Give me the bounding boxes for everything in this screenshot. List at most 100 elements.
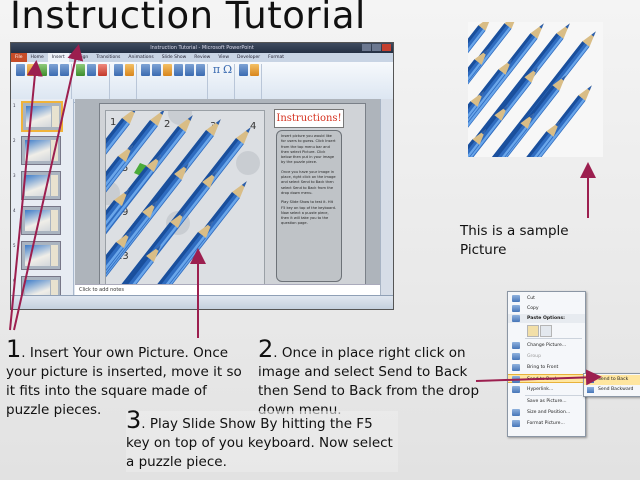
hyperlink-icon	[512, 386, 520, 393]
slide-thumbnail[interactable]	[21, 171, 61, 200]
tab-format[interactable]: Format	[264, 53, 288, 62]
chart-icon[interactable]	[98, 64, 107, 76]
instructions-paragraph: Play Slide Show to test it. Hit F5 key o…	[281, 200, 337, 226]
tab-review[interactable]: Review	[190, 53, 214, 62]
context-menu-item-group[interactable]: Group	[508, 352, 585, 361]
minimize-button[interactable]	[362, 44, 371, 51]
picture-icon[interactable]	[27, 64, 36, 76]
action-icon[interactable]	[125, 64, 134, 76]
ribbon-group-tables	[14, 64, 72, 100]
date-time-icon[interactable]	[174, 64, 183, 76]
page-title: Instruction Tutorial	[10, 0, 366, 37]
send-to-back-submenu: Send to Back Send Backward	[583, 373, 640, 397]
format-picture-icon	[512, 420, 520, 427]
window-titlebar: Instruction Tutorial - Microsoft PowerPo…	[11, 43, 393, 53]
slide-thumbnail[interactable]	[21, 206, 61, 235]
shapes-icon[interactable]	[76, 64, 85, 76]
group-icon	[512, 353, 520, 360]
tab-design[interactable]: Design	[69, 53, 93, 62]
tab-home[interactable]: Home	[27, 53, 48, 62]
wordart-icon[interactable]	[163, 64, 172, 76]
slide-thumbnail[interactable]	[21, 241, 61, 270]
slide-number-icon[interactable]	[185, 64, 194, 76]
instructions-title: Instructions!	[274, 109, 344, 128]
tab-developer[interactable]: Developer	[233, 53, 264, 62]
notes-field[interactable]: Click to add notes	[75, 284, 380, 295]
header-footer-icon[interactable]	[152, 64, 161, 76]
ribbon-group-illustrations	[74, 64, 110, 100]
size-position-icon	[512, 409, 520, 416]
slide-thumbnail[interactable]	[21, 101, 63, 132]
context-menu-item-cut[interactable]: Cut	[508, 294, 585, 303]
tab-file[interactable]: File	[11, 53, 27, 62]
bring-to-front-icon	[512, 364, 520, 371]
window-controls	[362, 44, 391, 51]
copy-icon	[512, 305, 520, 312]
close-button[interactable]	[382, 44, 391, 51]
powerpoint-screenshot: Instruction Tutorial - Microsoft PowerPo…	[10, 42, 394, 310]
smartart-icon[interactable]	[87, 64, 96, 76]
slide-thumbnails-pane: 1 2 3 4 5 6	[11, 99, 74, 305]
symbol-icon[interactable]: Ω	[223, 64, 232, 76]
context-menu: Cut Copy Paste Options: Change Picture..…	[507, 291, 586, 437]
paste-option-button[interactable]	[540, 325, 552, 337]
tab-slide-show[interactable]: Slide Show	[158, 53, 191, 62]
context-menu-item-size-position[interactable]: Size and Position...	[508, 408, 585, 417]
context-menu-item-bring-to-front[interactable]: Bring to Front	[508, 363, 585, 372]
cut-icon	[512, 295, 520, 302]
step-text: . Insert Your own Picture. Once your pic…	[6, 345, 242, 418]
ribbon-group-symbols: π Ω	[210, 64, 235, 100]
step-2: 2. Once in place right click on image an…	[258, 337, 496, 420]
instructions-box: Insert picture you would like for users …	[276, 130, 342, 282]
step-text: . Once in place right click on image and…	[258, 345, 480, 418]
context-menu-item-format-picture[interactable]: Format Picture...	[508, 419, 585, 428]
context-menu-item-copy[interactable]: Copy	[508, 304, 585, 313]
object-icon[interactable]	[196, 64, 205, 76]
hyperlink-icon[interactable]	[114, 64, 123, 76]
context-menu-item-send-to-back[interactable]: Send to Back	[508, 374, 585, 383]
status-bar	[11, 295, 393, 309]
table-icon[interactable]	[16, 64, 25, 76]
context-menu-item-save-as-picture[interactable]: Save as Picture...	[508, 397, 585, 406]
submenu-item-send-to-back[interactable]: Send to Back	[584, 375, 640, 385]
submenu-item-send-backward[interactable]: Send Backward	[584, 385, 640, 395]
slide[interactable]: 1 2 3 4 5 9 13 Instructions!	[99, 103, 366, 295]
maximize-button[interactable]	[372, 44, 381, 51]
puzzle-area[interactable]: 1 2 3 4 5 9 13	[105, 110, 265, 288]
photo-album-icon[interactable]	[60, 64, 69, 76]
ribbon-tabs: File Home Insert Design Transitions Anim…	[11, 53, 393, 62]
step-number: 1	[6, 335, 22, 363]
sample-picture	[468, 22, 603, 157]
audio-icon[interactable]	[250, 64, 259, 76]
equation-icon[interactable]: π	[212, 64, 221, 76]
context-menu-item-hyperlink[interactable]: Hyperlink...	[508, 385, 585, 394]
text-box-icon[interactable]	[141, 64, 150, 76]
step-number: 3	[126, 406, 142, 434]
slide-number: 4	[13, 208, 16, 213]
slide-number: 2	[13, 138, 16, 143]
step-3: 3. Play Slide Show By hitting the F5 key…	[126, 408, 398, 472]
context-menu-item-change-picture[interactable]: Change Picture...	[508, 341, 585, 350]
slide-number: 1	[13, 103, 16, 108]
change-picture-icon	[512, 342, 520, 349]
paste-icon	[512, 315, 520, 322]
ribbon-group-text	[139, 64, 208, 100]
clip-art-icon[interactable]	[38, 64, 47, 76]
tab-animations[interactable]: Animations	[124, 53, 157, 62]
instructions-paragraph: Insert picture you would like for users …	[281, 134, 336, 165]
step-text: . Play Slide Show By hitting the F5 key …	[126, 416, 393, 470]
paste-option-button[interactable]	[527, 325, 539, 337]
instructions-paragraph: Once you have your image in place, right…	[281, 169, 336, 195]
vertical-scrollbar[interactable]	[380, 99, 393, 295]
tab-insert[interactable]: Insert	[47, 53, 69, 62]
tab-transitions[interactable]: Transitions	[92, 53, 124, 62]
slide-canvas: 1 2 3 4 5 9 13 Instructions!	[75, 99, 380, 295]
video-icon[interactable]	[239, 64, 248, 76]
slide-thumbnail[interactable]	[21, 136, 61, 165]
slide-pencils-picture	[106, 111, 251, 287]
window-title: Instruction Tutorial - Microsoft PowerPo…	[150, 45, 254, 51]
paste-options-header: Paste Options:	[508, 314, 585, 323]
ribbon-group-media	[237, 64, 262, 100]
screenshot-icon[interactable]	[49, 64, 58, 76]
tab-view[interactable]: View	[214, 53, 233, 62]
